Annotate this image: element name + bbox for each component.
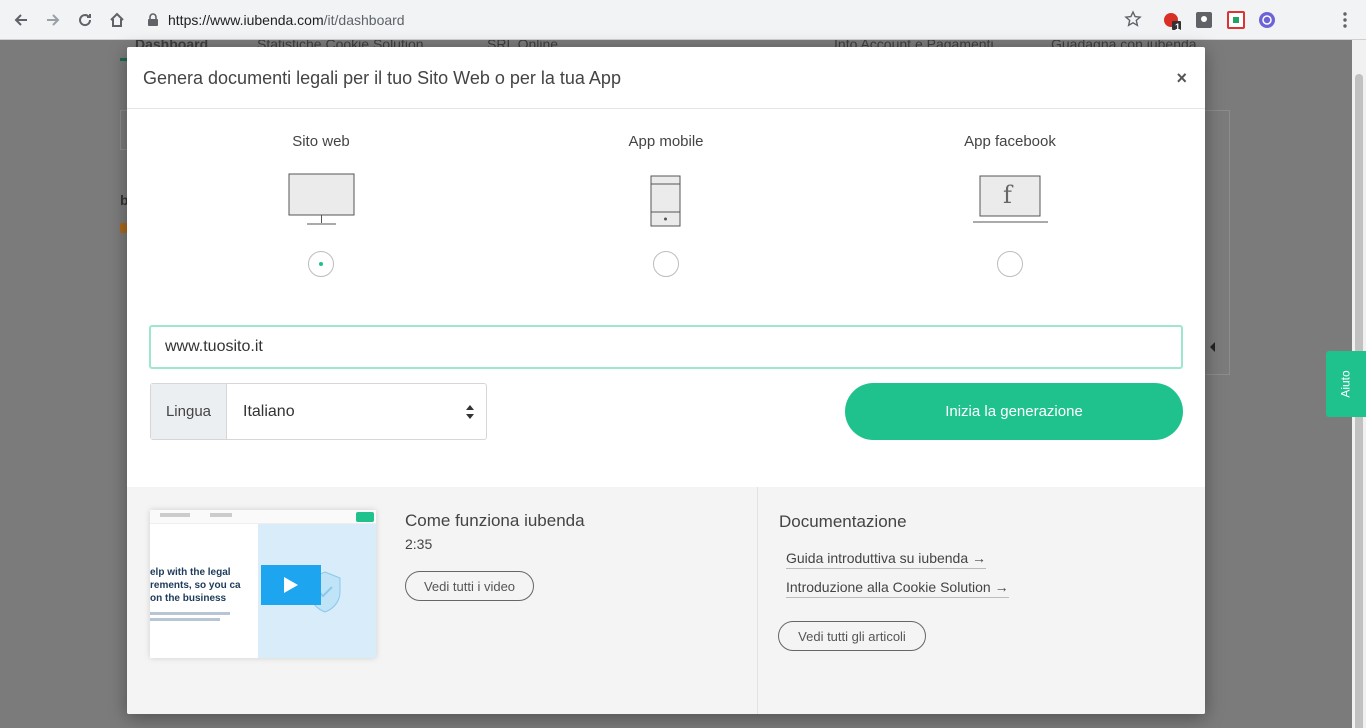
help-tab[interactable]: Aiuto bbox=[1326, 351, 1366, 417]
extension-badge: 1 bbox=[1175, 22, 1181, 32]
modal-footer: elp with the legal rements, so you ca on… bbox=[127, 487, 1205, 714]
select-arrows-icon bbox=[466, 405, 474, 419]
browser-menu-icon[interactable] bbox=[1336, 11, 1354, 29]
site-url-input[interactable] bbox=[149, 325, 1183, 369]
start-generation-button[interactable]: Inizia la generazione bbox=[845, 383, 1183, 440]
all-articles-button[interactable]: Vedi tutti gli articoli bbox=[778, 621, 926, 651]
platform-website[interactable]: Sito web bbox=[231, 133, 411, 153]
radio-mobile[interactable] bbox=[653, 251, 679, 277]
language-select[interactable]: Italiano bbox=[227, 384, 486, 439]
thumb-tagline-line: on the business bbox=[150, 593, 227, 604]
doc-link-cookie-solution[interactable]: Introduzione alla Cookie Solution → bbox=[786, 579, 1009, 598]
calendar-extension-icon[interactable] bbox=[1227, 11, 1245, 29]
all-videos-button[interactable]: Vedi tutti i video bbox=[405, 571, 534, 601]
language-value: Italiano bbox=[243, 402, 295, 420]
modal-title: Genera documenti legali per il tuo Sito … bbox=[143, 68, 621, 88]
thumb-topbar bbox=[150, 510, 376, 524]
facebook-f-glyph: f bbox=[1003, 181, 1012, 209]
thumb-tagline: elp with the legal rements, so you ca on… bbox=[150, 566, 260, 605]
platform-website-label: Sito web bbox=[292, 133, 350, 150]
platform-facebook[interactable]: App facebook bbox=[920, 133, 1100, 153]
bookmark-star-icon[interactable] bbox=[1124, 10, 1142, 28]
browser-toolbar: https://www.iubenda.com/it/dashboard 1 bbox=[0, 0, 1366, 40]
bg-badge bbox=[120, 223, 127, 233]
back-icon[interactable] bbox=[10, 9, 32, 31]
documentation-title: Documentazione bbox=[779, 512, 907, 531]
language-select-group[interactable]: Lingua Italiano bbox=[150, 383, 487, 440]
radio-facebook[interactable] bbox=[997, 251, 1023, 277]
close-icon[interactable]: × bbox=[1176, 68, 1187, 89]
play-icon bbox=[284, 577, 298, 593]
address-bar[interactable]: https://www.iubenda.com/it/dashboard bbox=[142, 6, 1150, 34]
home-icon[interactable] bbox=[106, 9, 128, 31]
language-label: Lingua bbox=[151, 384, 227, 439]
bg-caret-icon bbox=[1210, 342, 1215, 352]
modal-header: Genera documenti legali per il tuo Sito … bbox=[127, 47, 1205, 109]
video-duration: 2:35 bbox=[405, 536, 433, 552]
platform-mobile-label: App mobile bbox=[628, 133, 704, 150]
url-path: /it/dashboard bbox=[323, 12, 405, 28]
thumb-tagline-line: elp with the legal bbox=[150, 567, 231, 578]
circle-extension-icon[interactable] bbox=[1258, 11, 1276, 29]
radio-website[interactable] bbox=[308, 251, 334, 277]
platform-facebook-label: App facebook bbox=[964, 133, 1056, 150]
reload-icon[interactable] bbox=[74, 9, 96, 31]
play-button[interactable] bbox=[261, 565, 321, 605]
platform-mobile[interactable]: App mobile bbox=[576, 133, 756, 153]
bg-panel-right bbox=[1205, 110, 1230, 375]
url-host: https://www.iubenda.com bbox=[168, 12, 324, 28]
video-thumbnail[interactable]: elp with the legal rements, so you ca on… bbox=[150, 510, 376, 658]
forward-icon[interactable] bbox=[42, 9, 64, 31]
thumb-tagline-line: rements, so you ca bbox=[150, 580, 241, 591]
generate-documents-modal: Genera documenti legali per il tuo Sito … bbox=[127, 47, 1205, 714]
lock-icon bbox=[148, 13, 158, 26]
footer-divider bbox=[757, 487, 758, 714]
location-extension-icon[interactable] bbox=[1195, 11, 1213, 29]
mobile-phone-icon bbox=[650, 175, 681, 227]
video-title: Come funziona iubenda bbox=[405, 511, 585, 530]
help-tab-label: Aiuto bbox=[1338, 370, 1353, 398]
doc-link-getting-started[interactable]: Guida introduttiva su iubenda → bbox=[786, 550, 987, 569]
desktop-monitor-icon bbox=[288, 173, 355, 225]
